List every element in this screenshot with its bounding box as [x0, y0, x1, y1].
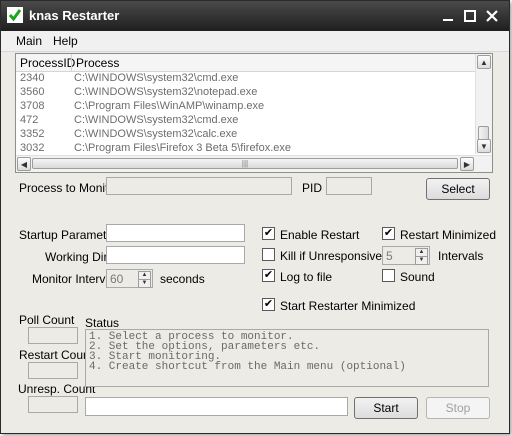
log-to-file-checkbox[interactable]: ✔	[262, 269, 275, 282]
log-to-file-label: Log to file	[280, 270, 333, 284]
minimize-icon[interactable]	[439, 7, 457, 25]
monitor-interval-value: 60	[110, 272, 124, 286]
enable-restart-checkbox[interactable]: ✔	[262, 227, 275, 240]
scroll-right-icon[interactable]: ▶	[460, 157, 474, 171]
list-header: ProcessID Process	[16, 54, 476, 72]
working-dir-label: Working Dir	[45, 250, 108, 264]
table-row[interactable]: 3352 C:\WINDOWS\system32\calc.exe	[16, 128, 476, 142]
status-log: 1. Select a process to monitor. 2. Set t…	[85, 329, 489, 387]
spin-down-icon[interactable]: ▼	[415, 256, 428, 265]
unresponsive-intervals-value: 5	[386, 249, 393, 263]
pid-field[interactable]	[326, 177, 372, 195]
start-restarter-minimized-label: Start Restarter Minimized	[280, 299, 416, 313]
command-field[interactable]	[85, 397, 348, 416]
row-pid: 3560	[20, 86, 45, 98]
window-title: knas Restarter	[29, 8, 120, 23]
row-pid: 472	[20, 114, 39, 126]
row-process: C:\WINDOWS\system32\cmd.exe	[74, 72, 239, 84]
restart-minimized-label: Restart Minimized	[400, 228, 497, 242]
maximize-icon[interactable]	[461, 7, 479, 25]
sound-label: Sound	[400, 270, 435, 284]
process-to-monitor-field[interactable]	[106, 177, 292, 195]
sound-checkbox[interactable]	[382, 269, 395, 282]
start-button[interactable]: Start	[354, 397, 418, 419]
monitor-interval-label: Monitor Interval	[32, 272, 115, 286]
enable-restart-label: Enable Restart	[280, 228, 360, 242]
unresp-count-field	[28, 396, 78, 413]
row-pid: 2340	[20, 72, 45, 84]
process-to-monitor-label: Process to Monitor	[19, 181, 120, 195]
restart-count-field	[28, 362, 78, 379]
status-label: Status	[85, 316, 120, 330]
row-process: C:\WINDOWS\system32\cmd.exe	[74, 114, 239, 126]
unresponsive-intervals-field[interactable]: 5 ▲ ▼	[382, 246, 430, 265]
table-row[interactable]: 472 C:\WINDOWS\system32\cmd.exe	[16, 114, 476, 128]
scroll-left-icon[interactable]: ◀	[17, 157, 31, 171]
menu-main[interactable]: Main	[16, 34, 42, 48]
intervals-label: Intervals	[438, 249, 484, 263]
start-restarter-minimized-checkbox[interactable]: ✔	[262, 298, 275, 311]
restart-minimized-checkbox[interactable]: ✔	[382, 227, 395, 240]
poll-count-label: Poll Count	[19, 313, 75, 327]
table-row[interactable]: 3560 C:\WINDOWS\system32\notepad.exe	[16, 86, 476, 100]
horizontal-scrollbar[interactable]: ◀ ||| ▶	[16, 155, 492, 172]
kill-unresponsive-checkbox[interactable]	[262, 248, 275, 261]
stop-button[interactable]: Stop	[426, 397, 490, 419]
column-divider	[71, 54, 72, 71]
column-processid[interactable]: ProcessID	[20, 56, 75, 70]
monitor-interval-field[interactable]: 60 ▲ ▼	[106, 269, 153, 288]
check-icon	[7, 7, 23, 23]
scroll-up-icon[interactable]: ▲	[477, 55, 491, 69]
spin-down-icon[interactable]: ▼	[138, 279, 151, 288]
menu-help[interactable]: Help	[53, 34, 78, 48]
row-process: C:\WINDOWS\system32\notepad.exe	[74, 86, 258, 98]
close-icon[interactable]	[483, 7, 501, 25]
scroll-down-icon[interactable]: ▼	[477, 139, 491, 153]
table-row[interactable]: 3032 C:\Program Files\Firefox 3 Beta 5\fi…	[16, 142, 476, 156]
menu-bar: Main Help	[1, 31, 509, 52]
startup-parameters-field[interactable]	[106, 224, 245, 242]
unresp-count-label: Unresp. Count	[18, 382, 96, 396]
working-dir-field[interactable]	[106, 246, 245, 264]
column-process[interactable]: Process	[76, 56, 119, 70]
row-pid: 3352	[20, 128, 45, 140]
poll-count-field	[28, 327, 78, 344]
restart-count-label: Restart Count	[19, 348, 94, 362]
row-process: C:\Program Files\WinAMP\winamp.exe	[74, 100, 265, 112]
seconds-label: seconds	[160, 272, 205, 286]
row-pid: 3708	[20, 100, 45, 112]
title-bar: knas Restarter	[1, 1, 509, 31]
process-list[interactable]: ProcessID Process 2340 C:\WINDOWS\system3…	[15, 53, 493, 173]
select-button[interactable]: Select	[426, 178, 490, 200]
row-process: C:\Program Files\Firefox 3 Beta 5\firefo…	[74, 142, 292, 154]
status-line: 4. Create shortcut from the Main menu (o…	[89, 361, 406, 373]
row-process: C:\WINDOWS\system32\calc.exe	[74, 128, 238, 140]
row-pid: 3032	[20, 142, 45, 154]
app-window: knas Restarter Main Help ProcessID Proce…	[0, 0, 510, 434]
scroll-thumb[interactable]	[478, 126, 489, 140]
table-row[interactable]: 3708 C:\Program Files\WinAMP\winamp.exe	[16, 100, 476, 114]
table-row[interactable]: 2340 C:\WINDOWS\system32\cmd.exe	[16, 72, 476, 86]
vertical-scrollbar[interactable]: ▲ ▼	[475, 54, 492, 154]
hscroll-thumb[interactable]: |||	[32, 158, 458, 169]
pid-label: PID	[302, 181, 323, 195]
